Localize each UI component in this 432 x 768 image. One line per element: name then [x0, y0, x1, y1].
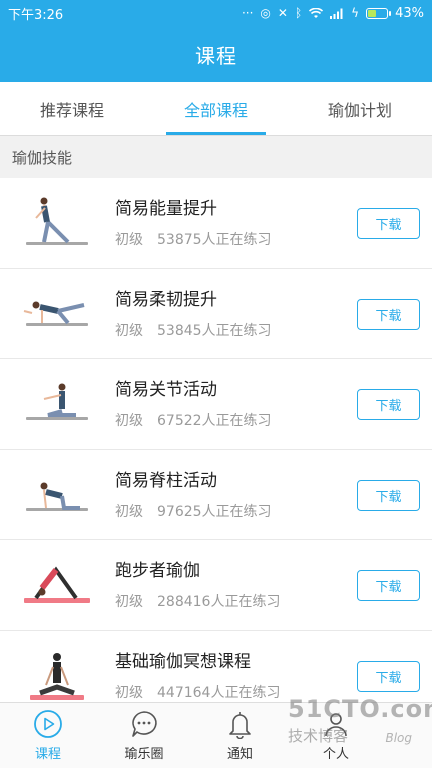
course-meta: 初级 97625人正在练习 — [115, 501, 272, 521]
download-button[interactable]: 下载 — [357, 208, 420, 239]
course-title: 简易能量提升 — [115, 199, 217, 219]
tab-all-courses[interactable]: 全部课程 — [144, 82, 288, 135]
tab-label: 瑜伽计划 — [327, 100, 392, 120]
course-level: 初级 — [115, 594, 143, 611]
download-button[interactable]: 下载 — [357, 389, 420, 421]
download-button[interactable]: 下载 — [357, 298, 420, 330]
status-icons: ··· ◎ ✕ ᛒ ϟ 43% — [242, 6, 424, 21]
course-level: 初级 — [115, 503, 143, 520]
course-title: 简易柔韧提升 — [115, 289, 217, 310]
course-level: 初级 — [115, 322, 143, 339]
nav-label: 课程 — [34, 747, 61, 762]
play-circle-icon — [34, 710, 62, 738]
nav-community[interactable]: 瑜乐圈 — [96, 703, 192, 768]
status-time: 下午3:26 — [8, 7, 64, 23]
course-count: 53875人正在练习 — [157, 232, 272, 248]
course-row[interactable]: 简易能量提升 初级 53875人正在练习 下载 — [0, 178, 432, 269]
page-title: 课程 — [195, 43, 237, 68]
yoga-pose-bird-dog-icon — [23, 301, 88, 326]
download-button[interactable]: 下载 — [357, 570, 420, 602]
section-header: 瑜伽技能 — [0, 136, 432, 178]
course-meta: 初级 53875人正在练习 — [115, 229, 272, 249]
course-row[interactable]: 简易脊柱活动 初级 97625人正在练习 下载 — [0, 450, 432, 541]
bluetooth-icon: ᛒ — [294, 6, 303, 20]
chat-bubble-icon — [132, 711, 157, 737]
nav-profile[interactable]: 个人 — [288, 703, 384, 768]
tab-recommended[interactable]: 推荐课程 — [0, 82, 144, 135]
course-level: 初级 — [115, 413, 143, 430]
mute-icon: ✕ — [277, 6, 288, 20]
yoga-pose-seated-twist-icon — [26, 383, 88, 421]
download-button[interactable]: 下载 — [357, 660, 420, 692]
yoga-pose-cat-cow-icon — [26, 482, 88, 511]
nav-label: 通知 — [226, 747, 253, 762]
yoga-pose-side-stretch-icon — [26, 197, 88, 245]
nav-notifications[interactable]: 通知 — [192, 703, 288, 768]
course-count: 67522人正在练习 — [157, 413, 272, 430]
battery-percent: 43% — [395, 5, 424, 21]
tab-label: 全部课程 — [183, 100, 248, 120]
course-meta: 初级 53845人正在练习 — [115, 320, 272, 340]
tab-label: 推荐课程 — [39, 100, 104, 120]
course-info: 基础瑜伽冥想课程 初级 447164人正在练习 — [115, 651, 280, 702]
course-info: 简易柔韧提升 初级 53845人正在练习 — [115, 289, 272, 340]
wifi-icon — [309, 7, 324, 18]
alarm-icon: ◎ — [260, 6, 271, 20]
course-title: 基础瑜伽冥想课程 — [115, 651, 251, 672]
course-level: 初级 — [115, 232, 143, 248]
course-row[interactable]: 基础瑜伽冥想课程 初级 447164人正在练习 下载 — [0, 631, 432, 702]
yoga-pose-downward-dog-icon — [24, 566, 90, 604]
section-title: 瑜伽技能 — [12, 148, 73, 167]
signal-icon — [330, 8, 343, 19]
dots-icon: ··· — [241, 6, 254, 20]
course-meta: 初级 447164人正在练习 — [115, 682, 280, 702]
course-meta: 初级 288416人正在练习 — [115, 591, 280, 611]
yoga-pose-meditation-icon — [30, 652, 84, 700]
course-count: 53845人正在练习 — [157, 322, 272, 339]
tab-yoga-plan[interactable]: 瑜伽计划 — [288, 82, 432, 135]
battery-icon — [366, 7, 392, 19]
course-info: 跑步者瑜伽 初级 288416人正在练习 — [115, 560, 280, 611]
course-list: 简易能量提升 初级 53875人正在练习 下载 简易柔韧提升 初级 53845人… — [0, 178, 432, 702]
bottom-nav: 课程 瑜乐圈 通知 个人 — [0, 702, 432, 768]
status-bar: 下午3:26 ··· ◎ ✕ ᛒ ϟ 43% — [0, 0, 432, 26]
course-row[interactable]: 简易柔韧提升 初级 53845人正在练习 下载 — [0, 269, 432, 360]
course-count: 288416人正在练习 — [157, 594, 281, 611]
charging-icon: ϟ — [351, 6, 360, 20]
header-bar: 课程 — [0, 26, 432, 82]
course-info: 简易脊柱活动 初级 97625人正在练习 — [115, 470, 272, 521]
nav-label: 个人 — [322, 747, 349, 762]
bell-icon — [229, 712, 251, 739]
course-row[interactable]: 跑步者瑜伽 初级 288416人正在练习 下载 — [0, 540, 432, 631]
download-button[interactable]: 下载 — [357, 479, 420, 511]
course-title: 简易脊柱活动 — [115, 470, 217, 491]
course-info: 简易能量提升 初级 53875人正在练习 — [115, 198, 272, 249]
tab-bar: 推荐课程 全部课程 瑜伽计划 — [0, 82, 432, 136]
nav-label: 瑜乐圈 — [124, 747, 164, 762]
course-row[interactable]: 简易关节活动 初级 67522人正在练习 下载 — [0, 359, 432, 450]
course-count: 97625人正在练习 — [157, 503, 272, 520]
course-level: 初级 — [115, 684, 143, 701]
battery-fill — [368, 9, 376, 17]
course-meta: 初级 67522人正在练习 — [115, 410, 272, 430]
course-info: 简易关节活动 初级 67522人正在练习 — [115, 379, 272, 430]
nav-courses[interactable]: 课程 — [0, 703, 96, 768]
course-title: 跑步者瑜伽 — [115, 561, 200, 582]
person-icon — [325, 713, 347, 737]
course-title: 简易关节活动 — [115, 380, 217, 401]
course-count: 447164人正在练习 — [157, 684, 281, 701]
